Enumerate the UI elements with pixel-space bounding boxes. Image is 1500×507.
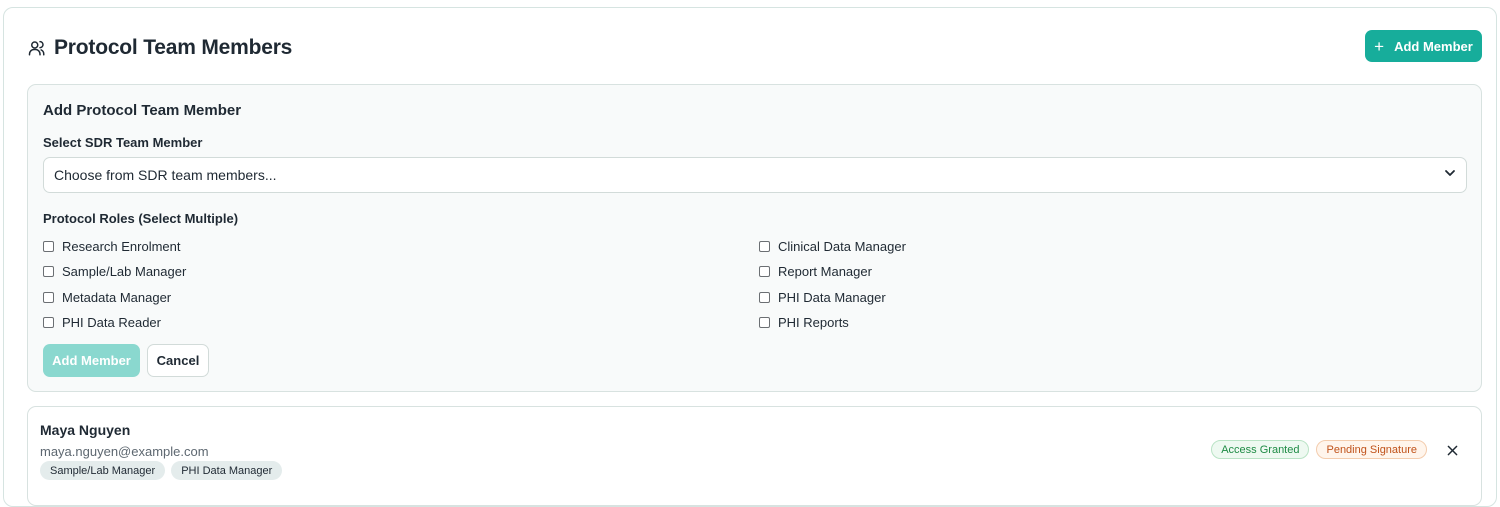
- role-option-phi-data-reader[interactable]: PHI Data Reader: [43, 314, 161, 330]
- card-header: Protocol Team Members + Add Member: [28, 30, 1482, 72]
- role-label: Clinical Data Manager: [778, 238, 906, 254]
- member-status-badges: Access Granted Pending Signature: [1211, 440, 1427, 459]
- role-tag: Sample/Lab Manager: [40, 461, 166, 480]
- role-checkbox[interactable]: [43, 265, 54, 277]
- sdr-member-select[interactable]: Choose from SDR team members...: [43, 157, 1467, 193]
- role-option-phi-data-manager[interactable]: PHI Data Manager: [759, 289, 886, 305]
- plus-icon: +: [1374, 36, 1385, 56]
- page-title: Protocol Team Members: [54, 36, 293, 59]
- close-icon[interactable]: [1445, 443, 1459, 457]
- role-label: Research Enrolment: [62, 238, 181, 254]
- role-checkbox[interactable]: [759, 316, 770, 328]
- chevron-down-icon: [1444, 166, 1456, 184]
- submit-add-member-button[interactable]: Add Member: [43, 344, 140, 377]
- team-members-card: Protocol Team Members + Add Member Add P…: [3, 7, 1497, 507]
- member-role-tags: Sample/Lab Manager PHI Data Manager: [40, 461, 283, 480]
- users-icon: [28, 39, 46, 57]
- role-checkbox[interactable]: [43, 291, 54, 303]
- title-group: Protocol Team Members: [28, 36, 292, 60]
- role-option-phi-reports[interactable]: PHI Reports: [759, 314, 849, 330]
- role-option-clinical-data-manager[interactable]: Clinical Data Manager: [759, 238, 906, 254]
- role-label: Report Manager: [778, 263, 872, 279]
- member-row: Maya Nguyen maya.nguyen@example.com Samp…: [27, 406, 1482, 506]
- status-badge-access-granted: Access Granted: [1211, 440, 1310, 459]
- form-title: Add Protocol Team Member: [43, 102, 242, 119]
- select-member-label: Select SDR Team Member: [43, 135, 203, 150]
- add-member-button[interactable]: + Add Member: [1365, 30, 1482, 62]
- role-checkbox[interactable]: [43, 240, 54, 252]
- role-option-report-manager[interactable]: Report Manager: [759, 263, 872, 279]
- role-label: PHI Reports: [778, 314, 849, 330]
- role-label: Metadata Manager: [62, 289, 172, 305]
- role-option-metadata-manager[interactable]: Metadata Manager: [43, 289, 171, 305]
- cancel-button[interactable]: Cancel: [147, 344, 209, 377]
- role-label: PHI Data Reader: [62, 314, 161, 330]
- member-email: maya.nguyen@example.com: [40, 444, 209, 459]
- role-tag: PHI Data Manager: [171, 461, 283, 480]
- role-option-research-enrolment[interactable]: Research Enrolment: [43, 238, 181, 254]
- roles-label: Protocol Roles (Select Multiple): [43, 211, 239, 226]
- role-checkbox[interactable]: [759, 240, 770, 252]
- role-checkbox[interactable]: [759, 291, 770, 303]
- add-member-button-label: Add Member: [1394, 38, 1473, 54]
- role-label: Sample/Lab Manager: [62, 263, 187, 279]
- role-option-sample-lab-manager[interactable]: Sample/Lab Manager: [43, 263, 186, 279]
- add-member-form: Add Protocol Team Member Select SDR Team…: [27, 84, 1482, 392]
- status-badge-pending-signature: Pending Signature: [1316, 440, 1427, 459]
- select-value: Choose from SDR team members...: [54, 167, 277, 183]
- member-name: Maya Nguyen: [40, 422, 131, 438]
- role-label: PHI Data Manager: [778, 289, 886, 305]
- role-checkbox[interactable]: [759, 265, 770, 277]
- role-checkbox[interactable]: [43, 316, 54, 328]
